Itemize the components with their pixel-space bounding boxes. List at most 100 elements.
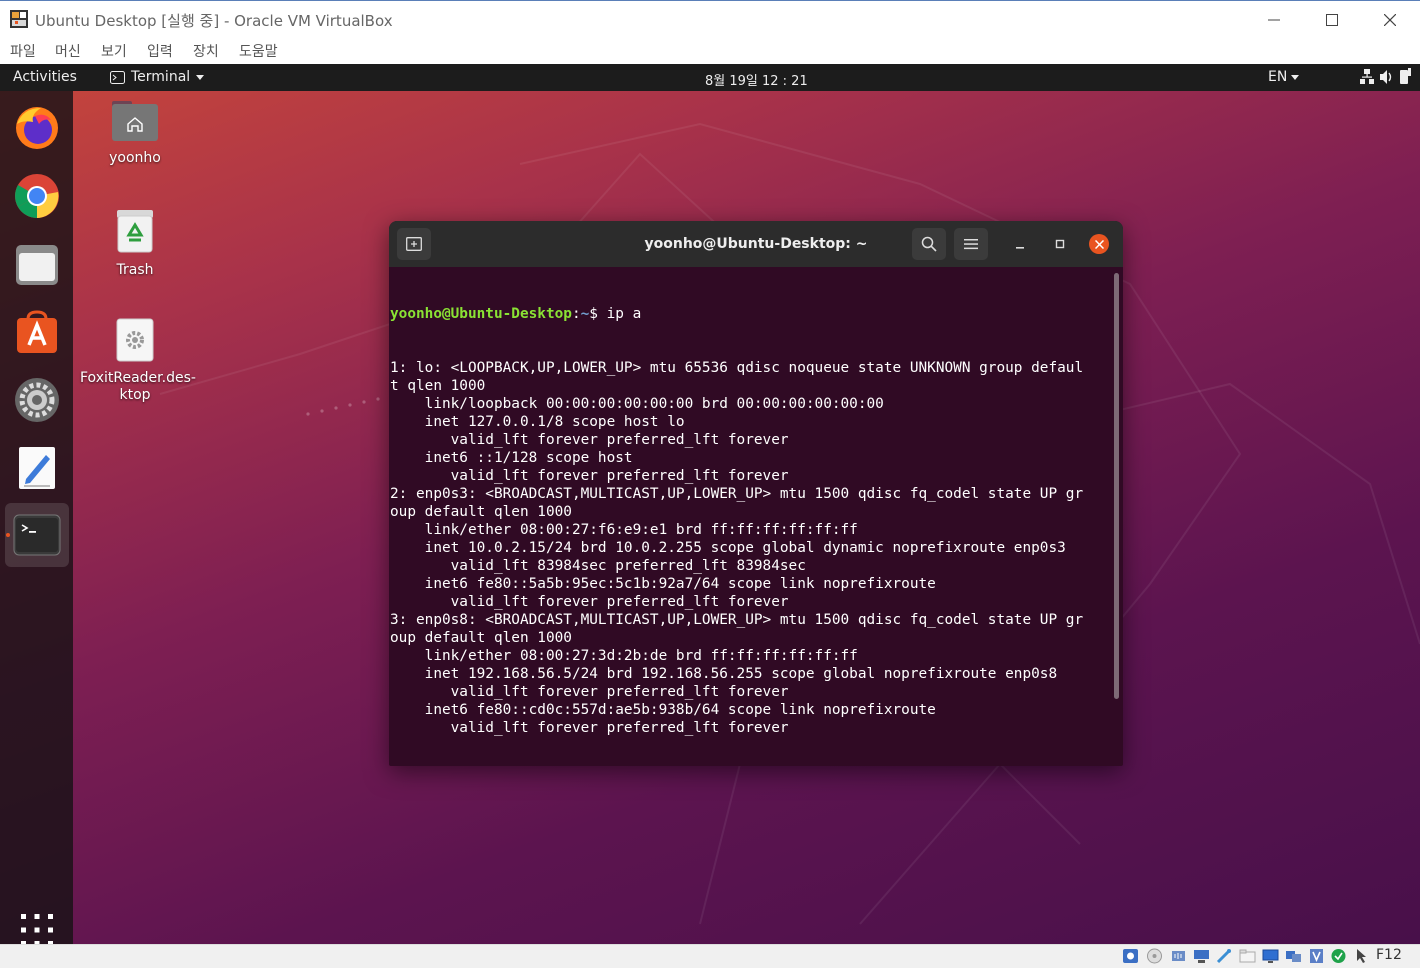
settings-icon — [15, 378, 59, 422]
output-line: valid_lft forever preferred_lft forever — [390, 468, 789, 484]
menu-devices[interactable]: 장치 — [193, 41, 219, 61]
guest-desktop: Activities Terminal 8월 19일 12 : 21 EN yo… — [0, 64, 1420, 944]
output-line: inet6 ::1/128 scope host — [390, 450, 633, 466]
output-line: oup default qlen 1000 — [390, 504, 572, 520]
terminal-small-icon — [110, 70, 125, 84]
terminal-window[interactable]: yoonho@Ubuntu-Desktop: ~ yoonho@Ubuntu-D… — [389, 221, 1123, 766]
chrome-icon — [15, 174, 59, 218]
desktop-icon-label: yoonho — [109, 150, 161, 166]
maximize-icon — [1055, 239, 1065, 249]
close-icon — [1384, 14, 1396, 26]
vbox-titlebar: Ubuntu Desktop [실행 중] - Oracle VM Virtua… — [0, 0, 1420, 38]
output-line: valid_lft forever preferred_lft forever — [390, 720, 789, 736]
output-line: link/loopback 00:00:00:00:00:00 brd 00:0… — [390, 396, 884, 412]
menu-icon — [964, 239, 978, 250]
home-folder-icon — [112, 101, 158, 141]
vbox-menubar: 파일 머신 보기 입력 장치 도움말 — [0, 38, 1420, 64]
minimize-button[interactable] — [1245, 1, 1303, 39]
dock-text-editor[interactable] — [5, 436, 69, 500]
output-line: 2: enp0s3: <BROADCAST,MULTICAST,UP,LOWER… — [390, 486, 1084, 502]
audio-icon[interactable] — [1170, 948, 1187, 964]
system-tray[interactable] — [1360, 68, 1416, 86]
menu-view[interactable]: 보기 — [101, 41, 127, 61]
output-line: link/ether 08:00:27:f6:e9:e1 brd ff:ff:f… — [390, 522, 858, 538]
running-indicator — [6, 533, 10, 537]
output-line: inet 192.168.56.5/24 brd 192.168.56.255 … — [390, 666, 1058, 682]
menu-file[interactable]: 파일 — [10, 41, 36, 61]
host-key-label: F12 — [1376, 947, 1402, 963]
usb-icon[interactable] — [1216, 948, 1233, 964]
close-icon — [1094, 239, 1104, 249]
minimize-icon — [1016, 247, 1024, 249]
volume-icon — [1380, 70, 1392, 84]
menu-machine[interactable]: 머신 — [55, 41, 81, 61]
prompt-line: yoonho@Ubuntu-Desktop:~$ ip a — [390, 306, 642, 322]
prompt-user: yoonho@Ubuntu-Desktop — [390, 306, 572, 322]
terminal-output[interactable]: yoonho@Ubuntu-Desktop:~$ ip a 1: lo: <LO… — [390, 269, 1112, 763]
network-icon — [1360, 69, 1374, 84]
hamburger-menu-button[interactable] — [954, 228, 988, 260]
dock — [0, 91, 73, 944]
desktop-icon-trash[interactable]: Trash — [80, 208, 190, 279]
command-output: 1: lo: <LOOPBACK,UP,LOWER_UP> mtu 65536 … — [390, 359, 1112, 737]
dock-firefox[interactable] — [5, 96, 69, 160]
gnome-top-bar: Activities Terminal 8월 19일 12 : 21 EN — [0, 64, 1420, 91]
guest-additions-icon[interactable] — [1330, 948, 1347, 964]
optical-drive-icon[interactable] — [1146, 948, 1163, 964]
virtualization-icon[interactable] — [1308, 948, 1325, 964]
output-line: t qlen 1000 — [390, 378, 486, 394]
output-line: inet 127.0.0.1/8 scope host lo — [390, 414, 685, 430]
mouse-integration-icon[interactable] — [1353, 948, 1370, 964]
activities-button[interactable]: Activities — [13, 69, 77, 85]
terminal-maximize-button[interactable] — [1051, 235, 1069, 253]
search-icon — [921, 236, 937, 252]
display-icon[interactable] — [1262, 948, 1279, 964]
app-menu[interactable]: Terminal — [110, 69, 205, 85]
virtualbox-app-icon — [10, 10, 28, 28]
hdd-icon[interactable] — [1122, 948, 1139, 964]
desktop-file-icon — [116, 318, 154, 362]
files-icon — [16, 245, 58, 285]
chevron-down-icon — [1291, 74, 1300, 80]
vbox-window-title: Ubuntu Desktop [실행 중] - Oracle VM Virtua… — [35, 12, 393, 30]
dock-chrome[interactable] — [5, 164, 69, 228]
terminal-minimize-button[interactable] — [1011, 235, 1029, 253]
power-icon — [1400, 68, 1411, 84]
maximize-button[interactable] — [1303, 1, 1361, 39]
language-selector[interactable]: EN — [1268, 69, 1300, 85]
network-adapter-icon[interactable] — [1193, 948, 1210, 964]
text-editor-icon — [19, 447, 55, 489]
terminal-icon — [13, 514, 61, 556]
clock[interactable]: 8월 19일 12 : 21 — [705, 70, 808, 89]
menu-input[interactable]: 입력 — [147, 41, 173, 61]
desktop-icon-label: Trash — [116, 262, 154, 278]
output-line: inet 10.0.2.15/24 brd 10.0.2.255 scope g… — [390, 540, 1066, 556]
software-center-icon — [17, 310, 57, 353]
label-line: ktop — [119, 387, 151, 403]
trash-icon — [117, 210, 153, 253]
dock-terminal[interactable] — [5, 503, 69, 567]
show-applications-icon[interactable] — [20, 913, 54, 944]
menu-help[interactable]: 도움말 — [239, 41, 278, 61]
dock-files[interactable] — [5, 232, 69, 296]
desktop-icon-label: FoxitReader.des-ktop — [80, 370, 196, 404]
vbox-statusbar: F12 — [0, 944, 1420, 968]
terminal-scrollbar[interactable] — [1114, 273, 1119, 699]
output-line: valid_lft forever preferred_lft forever — [390, 594, 789, 610]
terminal-close-button[interactable] — [1089, 234, 1109, 254]
dock-software[interactable] — [5, 300, 69, 364]
output-line: valid_lft forever preferred_lft forever — [390, 432, 789, 448]
desktop-icon-foxitreader[interactable]: FoxitReader.des-ktop — [80, 318, 196, 404]
shared-folders-icon[interactable] — [1239, 948, 1256, 964]
chevron-down-icon — [196, 74, 205, 80]
app-menu-label: Terminal — [131, 69, 191, 85]
output-line: oup default qlen 1000 — [390, 630, 572, 646]
close-window-button[interactable] — [1361, 1, 1419, 39]
search-button[interactable] — [912, 228, 946, 260]
terminal-headerbar[interactable]: yoonho@Ubuntu-Desktop: ~ — [389, 221, 1123, 267]
minimize-icon — [1268, 19, 1280, 21]
video-capture-icon[interactable] — [1285, 948, 1302, 964]
command-text: ip a — [606, 306, 642, 322]
desktop-icon-home[interactable]: yoonho — [80, 100, 190, 167]
dock-settings[interactable] — [5, 368, 69, 432]
